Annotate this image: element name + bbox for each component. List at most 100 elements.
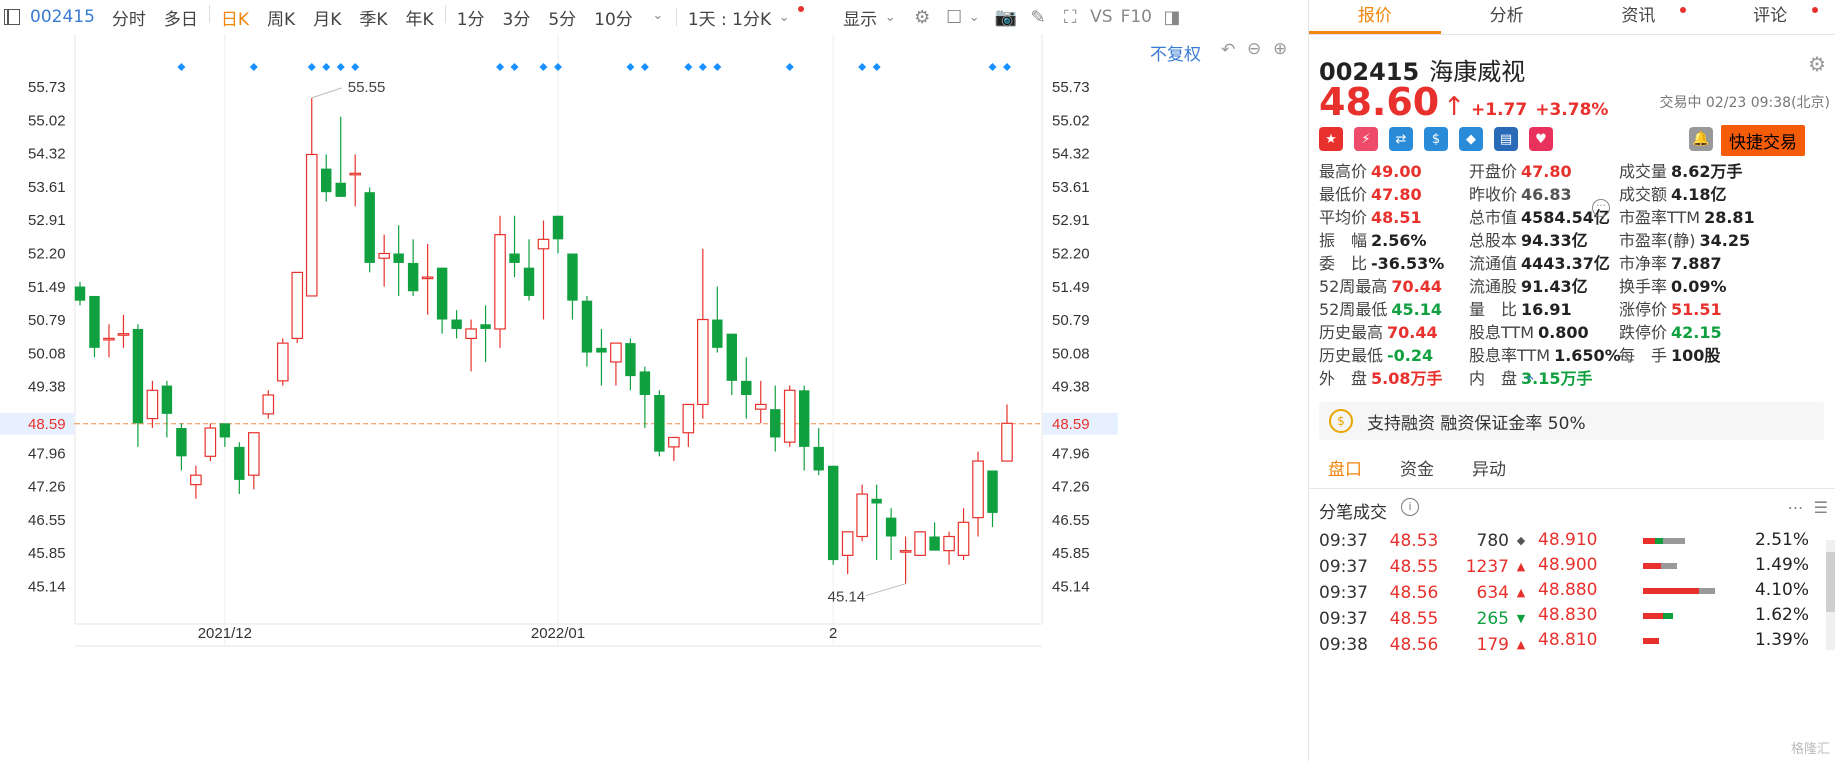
bell-icon[interactable]: 🔔	[1689, 127, 1713, 151]
y-tick-label-right: 55.02	[1052, 112, 1090, 129]
period-tab-4[interactable]: 月K	[304, 5, 350, 30]
chevron-up-icon[interactable]: ⌃	[1524, 373, 1537, 391]
fullscreen-icon[interactable]: ⛶	[1058, 6, 1082, 28]
stat-label: 历史最低	[1319, 346, 1384, 365]
candle-body-up	[204, 427, 217, 457]
period-tab-0[interactable]: 分时	[103, 5, 155, 30]
divider	[444, 4, 446, 23]
heart-icon[interactable]: ♥	[1529, 127, 1553, 151]
zoom-out-icon[interactable]: ⊖	[1247, 39, 1261, 59]
signal-diamond-icon	[510, 63, 519, 71]
divider	[208, 4, 210, 23]
watermark-logo: 格隆汇	[1790, 742, 1830, 757]
more-options-icon[interactable]: ⋯ ☰	[1787, 498, 1828, 517]
stat-label: 涨停价	[1619, 300, 1668, 319]
stats-row: 历史最低 -0.24 股息率TTM 1.650% 每 手 100股	[1319, 344, 1834, 367]
candle-body-up	[262, 394, 275, 415]
candle-body-down	[813, 446, 824, 471]
tab-orderbook[interactable]: 盘口	[1309, 456, 1381, 488]
tag-icon[interactable]: ◆	[1459, 127, 1483, 151]
scroll-thumb[interactable]	[1826, 552, 1835, 612]
trade-price: 48.56	[1389, 583, 1439, 603]
tab-funds[interactable]: 资金	[1381, 456, 1453, 488]
signal-diamond-icon	[626, 63, 635, 71]
panel-toggle-icon[interactable]: ◨	[1160, 6, 1184, 28]
info-icon[interactable]: i	[1401, 498, 1419, 516]
y-tick-label-right: 47.26	[1052, 479, 1090, 496]
stat-label: 振 幅	[1319, 231, 1368, 250]
stat-label: 每 手	[1619, 346, 1668, 365]
pencil-icon[interactable]: ✎	[1026, 6, 1050, 28]
x-tick-label: 2022/01	[531, 625, 585, 642]
y-tick-label-left: 53.61	[28, 179, 66, 196]
chevron-down-icon[interactable]: ⌄	[878, 6, 902, 28]
f10-button[interactable]: F10	[1117, 7, 1156, 27]
period-tab-5[interactable]: 季K	[350, 5, 396, 30]
stat-cell: 平均价 48.51	[1319, 206, 1469, 229]
chevron-down-icon[interactable]: ⌄	[646, 5, 670, 27]
tab-movement[interactable]: 异动	[1453, 456, 1525, 488]
china-flag-icon[interactable]: ★	[1319, 127, 1343, 151]
trade-volume: 179	[1476, 635, 1509, 655]
sidebar-toggle-icon[interactable]	[4, 9, 20, 25]
candle-body-up	[1001, 422, 1013, 462]
stat-value: 47.80	[1371, 185, 1422, 204]
document-icon[interactable]: ▤	[1494, 127, 1518, 151]
undo-icon[interactable]: ↶	[1221, 40, 1235, 60]
candle-body-down	[552, 215, 564, 240]
tab-news[interactable]: 资讯	[1573, 0, 1705, 34]
signal-diamond-icon	[307, 63, 316, 71]
dollar-icon[interactable]: $	[1424, 127, 1448, 151]
chevron-down-icon[interactable]: ⌄	[772, 6, 796, 28]
trading-status: 交易中 02/23 09:38(北京)	[1659, 95, 1830, 111]
y-tick-label-right: 50.79	[1052, 312, 1090, 329]
book-pct: 4.10%	[1754, 580, 1809, 600]
kline-canvas: 2021/12 2022/01 2 55.73 55.73 55.02 55.02 54.32…	[0, 34, 1118, 647]
period-tab-3[interactable]: 周K	[258, 5, 304, 30]
period-tab-2[interactable]: 日K	[212, 5, 258, 30]
tab-analysis[interactable]: 分析	[1441, 0, 1573, 34]
period-tab-10[interactable]: 10分	[585, 5, 642, 30]
chevron-down-icon[interactable]: ⌄	[962, 6, 986, 28]
signal-diamond-icon	[177, 63, 186, 71]
trade-volume: 1237	[1465, 557, 1509, 577]
camera-icon[interactable]: 📷	[994, 6, 1018, 28]
quick-trade-button[interactable]: 快捷交易	[1721, 125, 1805, 156]
stock-code-label[interactable]: 002415	[30, 7, 95, 27]
stat-value: 70.44	[1387, 323, 1438, 342]
tab-comments[interactable]: 评论	[1704, 0, 1835, 34]
hk-connect-icon[interactable]: ⚡	[1354, 127, 1378, 151]
gear-icon[interactable]: ⚙	[910, 6, 934, 28]
candle-body-down	[335, 182, 346, 197]
stats-row: 52周最高 70.44 流通股 91.43亿 换手率 0.09%	[1319, 275, 1834, 298]
trade-time: 09:37	[1319, 531, 1368, 551]
candle-body-down	[74, 286, 86, 301]
scrollbar[interactable]	[1826, 540, 1835, 650]
period-tab-9[interactable]: 5分	[539, 5, 585, 30]
period-tab-1[interactable]: 多日	[155, 5, 207, 30]
adjust-mode-label[interactable]: 不复权	[1150, 40, 1201, 65]
signal-diamond-icon	[1003, 63, 1011, 71]
y-tick-label-left: 45.14	[28, 579, 66, 596]
period-tab-6[interactable]: 年K	[397, 5, 443, 30]
interval-select[interactable]: 1天 : 1分K	[679, 5, 780, 30]
candle-body-down	[639, 371, 651, 396]
candle-body-down	[161, 385, 173, 414]
vs-button[interactable]: VS	[1086, 7, 1116, 27]
more-icon[interactable]: ···	[1592, 199, 1610, 217]
y-tick-label-left: 52.20	[28, 246, 66, 263]
gear-icon[interactable]: ⚙	[1808, 52, 1826, 76]
candle-body-up	[378, 252, 390, 259]
candle-body-down	[581, 300, 593, 353]
min-pointer-line	[865, 583, 906, 597]
stat-label: 成交量	[1619, 162, 1668, 181]
trade-row: 09:37 48.53 780 ◆	[1319, 528, 1533, 554]
zoom-in-icon[interactable]: ⊕	[1273, 39, 1287, 59]
kline-chart[interactable]: 2021/12 2022/01 2 55.73 55.73 55.02 55.02 54.32…	[0, 34, 1308, 761]
tab-quote[interactable]: 报价	[1309, 0, 1441, 34]
stat-cell: 振 幅 2.56%	[1319, 229, 1469, 252]
trade-price: 48.55	[1389, 557, 1439, 577]
period-tab-7[interactable]: 1分	[448, 5, 494, 30]
shuffle-icon[interactable]: ⇄	[1389, 127, 1413, 151]
period-tab-8[interactable]: 3分	[494, 5, 540, 30]
